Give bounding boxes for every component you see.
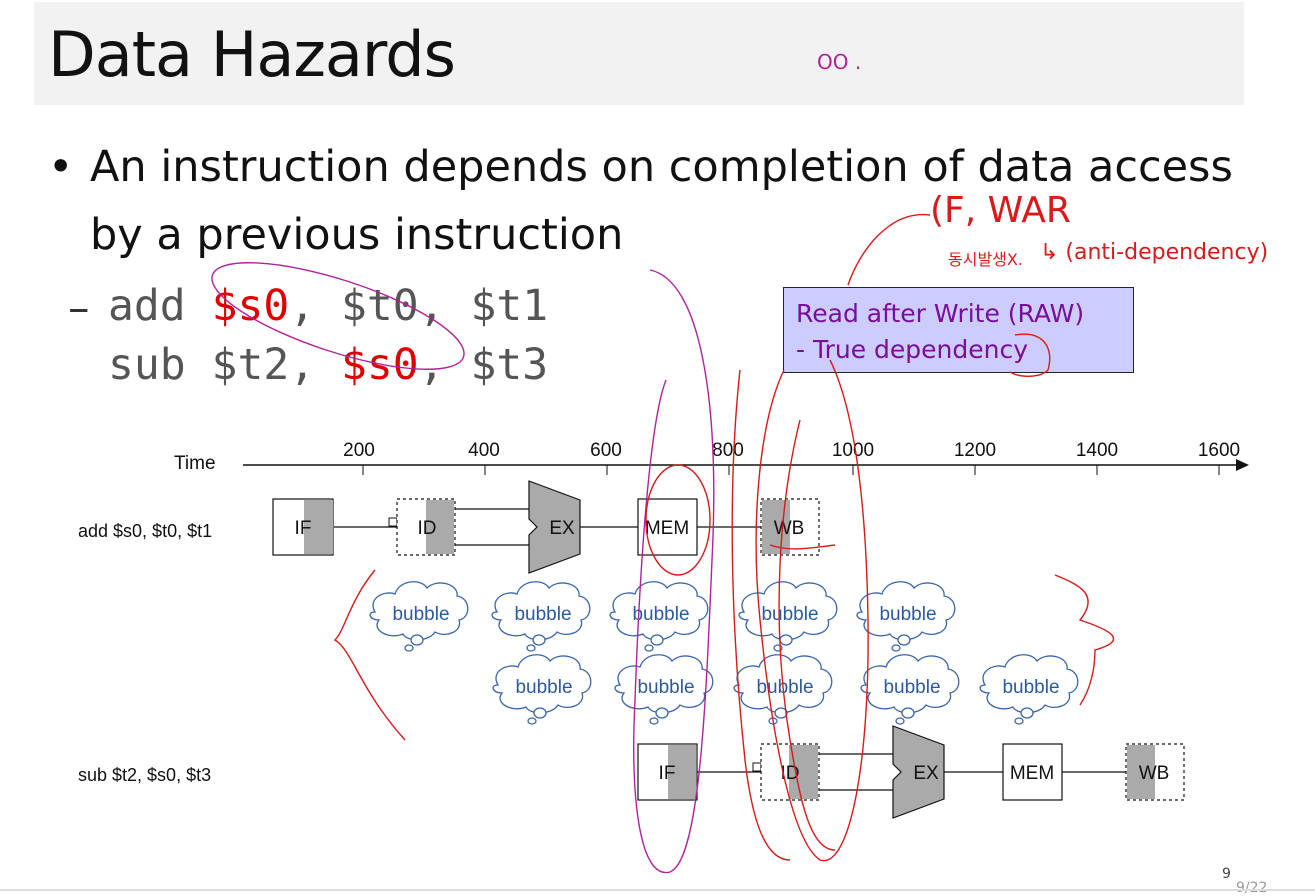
tick-label: 1200: [954, 440, 996, 461]
bubble-cloud: bubble: [492, 654, 592, 725]
svg-text:WB: WB: [1139, 763, 1170, 784]
svg-text:bubble: bubble: [392, 604, 449, 625]
svg-text:bubble: bubble: [756, 677, 813, 698]
tick-label: 1600: [1198, 440, 1240, 461]
pipeline-diagram: Time 200 400 600 800 1000 1200 1400 1600…: [78, 213, 1249, 874]
svg-text:bubble: bubble: [883, 677, 940, 698]
svg-text:bubble: bubble: [879, 604, 936, 625]
bubble-cloud: bubble: [491, 581, 591, 652]
tick-label: 600: [590, 440, 622, 461]
tick-label: 200: [343, 440, 375, 461]
svg-text:bubble: bubble: [761, 604, 818, 625]
svg-text:ID: ID: [418, 518, 437, 539]
bubble-cloud: bubble: [609, 581, 709, 652]
pipeline-row-sub: sub $t2, $s0, $t3 IF ID EX MEM WB: [78, 725, 1185, 819]
bubble-cloud: bubble: [856, 581, 956, 652]
bubble-cloud: bubble: [614, 654, 714, 725]
svg-text:EX: EX: [549, 518, 575, 539]
page-number: 9: [1222, 866, 1231, 882]
pipeline-row-add: add $s0, $t0, $t1 IF ID EX MEM WB: [78, 480, 820, 574]
bubble-cloud: bubble: [369, 581, 469, 652]
instruction-label: sub $t2, $s0, $t3: [78, 765, 211, 785]
svg-text:bubble: bubble: [514, 604, 571, 625]
bottom-divider: [0, 889, 1315, 891]
tick-label: 800: [712, 440, 744, 461]
svg-text:bubble: bubble: [1002, 677, 1059, 698]
bubble-cloud: bubble: [860, 654, 960, 725]
tick-label: 400: [468, 440, 500, 461]
svg-text:IF: IF: [295, 518, 312, 539]
svg-text:MEM: MEM: [1010, 763, 1054, 784]
svg-text:WB: WB: [774, 518, 805, 539]
page-indicator: 9/22: [1236, 880, 1268, 896]
svg-text:bubble: bubble: [515, 677, 572, 698]
time-axis-label: Time: [174, 453, 216, 474]
svg-text:bubble: bubble: [637, 677, 694, 698]
bubble-cloud: bubble: [979, 654, 1079, 725]
tick-label: 1400: [1076, 440, 1118, 461]
instruction-label: add $s0, $t0, $t1: [78, 521, 212, 541]
svg-text:MEM: MEM: [645, 518, 689, 539]
svg-text:EX: EX: [913, 763, 939, 784]
svg-text:bubble: bubble: [632, 604, 689, 625]
svg-text:IF: IF: [659, 763, 676, 784]
bubble-cloud: bubble: [738, 581, 838, 652]
tick-label: 1000: [832, 440, 874, 461]
